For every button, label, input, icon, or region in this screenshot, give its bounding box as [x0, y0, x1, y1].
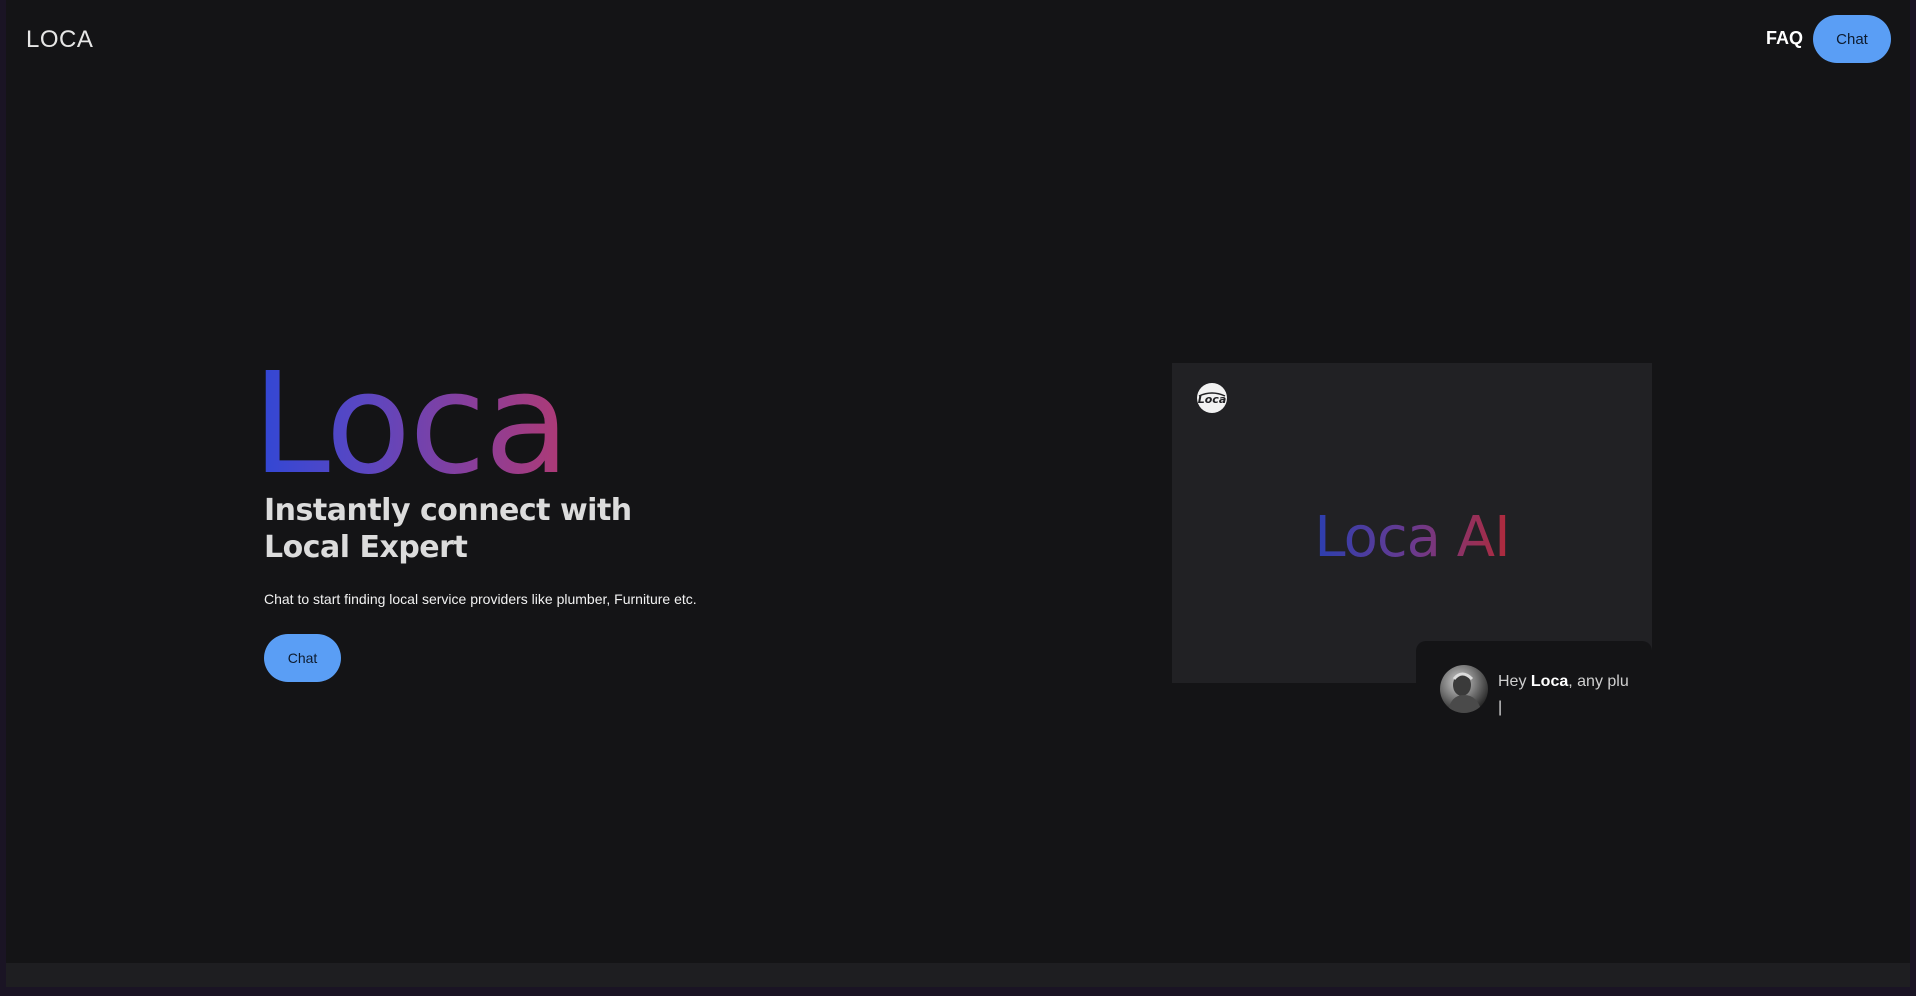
footer-strip [6, 963, 1910, 987]
chat-text-suffix: , any plu [1568, 673, 1629, 690]
avatar [1440, 665, 1488, 713]
chat-text-bold: Loca [1530, 673, 1569, 690]
logo-text: Loca [1198, 393, 1227, 406]
chat-typing-text: Hey Loca, any plu | [1498, 669, 1629, 721]
nav-faq-link[interactable]: FAQ [1766, 28, 1803, 49]
site-logo[interactable]: LOCA [26, 26, 93, 54]
preview-panel: Loca Loca AI [1172, 363, 1652, 683]
headline-line-1: Instantly connect with [264, 493, 632, 528]
chat-text-prefix: Hey [1498, 673, 1531, 690]
preview-title: Loca AI [1172, 508, 1652, 568]
hero-headline: Instantly connect with Local Expert [264, 492, 714, 566]
hero-chat-button[interactable]: Chat [264, 634, 341, 682]
nav-chat-button[interactable]: Chat [1813, 15, 1891, 63]
hero-subtitle: Chat to start finding local service prov… [264, 591, 697, 607]
typing-cursor: | [1498, 699, 1503, 716]
loca-logo-icon: Loca [1197, 383, 1227, 413]
preview-title-text: Loca AI [1314, 505, 1510, 570]
avatar-icon [1448, 672, 1482, 713]
headline-line-2: Local Expert [264, 530, 468, 565]
chat-bubble: Hey Loca, any plu | [1416, 641, 1652, 725]
hero-brand-word: Loca [252, 343, 570, 506]
